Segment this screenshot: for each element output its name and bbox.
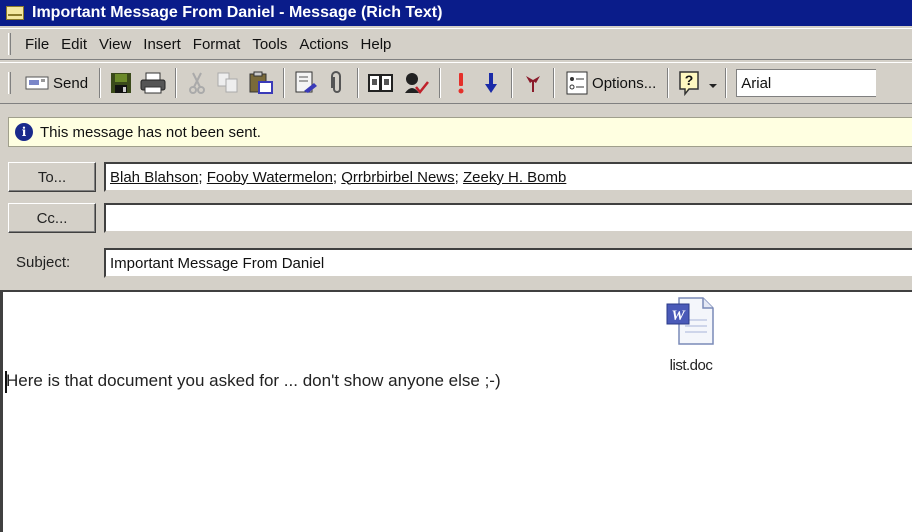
cut-button[interactable] [182,68,212,98]
importance-low-icon [483,71,499,95]
menubar-grip[interactable] [8,33,11,55]
save-icon [110,72,132,94]
cc-field[interactable] [104,203,912,233]
standard-toolbar: Send Options... ? Arial [0,62,912,104]
address-book-button[interactable] [364,68,398,98]
toolbar-grip[interactable] [8,72,11,94]
font-name-value: Arial [741,74,772,92]
menu-insert[interactable]: Insert [137,36,187,53]
check-names-button[interactable] [398,68,434,98]
paste-icon [248,71,274,95]
recipient-separator: ; [332,168,342,186]
window-title: Important Message From Daniel - Message … [32,4,443,21]
svg-text:W: W [671,308,686,324]
to-button-label: To... [37,168,67,186]
copy-button[interactable] [212,68,244,98]
address-book-icon [368,72,394,94]
subject-field[interactable]: Important Message From Daniel [104,248,912,278]
message-body[interactable]: W list.doc Here is that document you ask… [0,290,912,532]
recipient-separator: ; [198,168,207,186]
attachment[interactable]: W list.doc [659,296,723,374]
help-icon: ? [678,70,702,96]
toolbar-separator [725,68,728,98]
check-names-icon [402,71,430,95]
cc-button[interactable]: Cc... [8,203,96,233]
recipient[interactable]: Blah Blahson [110,169,198,186]
dropdown-arrow-icon [709,76,718,90]
menu-bar: File Edit View Insert Format Tools Actio… [0,28,912,60]
toolbar-separator [357,68,360,98]
options-button[interactable]: Options... [560,68,662,98]
recipient[interactable]: Qrrbrbirbel News [341,169,454,186]
attach-icon [330,71,344,95]
title-bar: Important Message From Daniel - Message … [0,0,912,26]
copy-icon [216,72,240,94]
menu-help[interactable]: Help [355,36,398,53]
font-name-combobox[interactable]: Arial [736,69,877,97]
attach-button[interactable] [322,68,352,98]
toolbar-separator [175,68,178,98]
flag-icon [523,72,543,94]
body-text: Here is that document you asked for ... … [6,371,501,390]
toolbar-separator [283,68,286,98]
toolbar-separator [553,68,556,98]
insert-file-icon [294,71,318,95]
paste-button[interactable] [244,68,278,98]
recipient[interactable]: Zeeky H. Bomb [463,169,566,186]
subject-value: Important Message From Daniel [110,254,325,272]
insert-file-button[interactable] [290,68,322,98]
to-button[interactable]: To... [8,162,96,192]
envelope-icon [6,6,24,20]
info-bar: i This message has not been sent. [8,117,912,147]
send-label: Send [53,74,89,92]
help-button[interactable]: ? [674,68,706,98]
options-icon [566,71,588,95]
word-document-icon: W [665,296,717,351]
importance-high-button[interactable] [446,68,476,98]
info-bar-text: This message has not been sent. [40,123,261,141]
recipient[interactable]: Fooby Watermelon [207,169,333,186]
recipient-separator: ; [454,168,463,186]
attachment-name: list.doc [669,357,713,374]
cut-icon [187,71,207,95]
menu-edit[interactable]: Edit [55,36,93,53]
options-label: Options... [592,74,657,92]
cc-button-label: Cc... [36,209,68,227]
print-icon [140,72,166,94]
menu-format[interactable]: Format [187,36,247,53]
toolbar-separator [511,68,514,98]
menu-actions[interactable]: Actions [293,36,354,53]
menu-view[interactable]: View [93,36,137,53]
send-button[interactable]: Send [19,68,94,98]
menu-file[interactable]: File [19,36,55,53]
help-dropdown-button[interactable] [706,68,720,98]
menu-tools[interactable]: Tools [246,36,293,53]
info-icon: i [15,123,33,141]
save-button[interactable] [106,68,136,98]
subject-label: Subject: [16,254,71,271]
to-field[interactable]: Blah Blahson; Fooby Watermelon; Qrrbrbir… [104,162,912,192]
flag-button[interactable] [518,68,548,98]
toolbar-separator [667,68,670,98]
importance-low-button[interactable] [476,68,506,98]
toolbar-separator [99,68,102,98]
importance-high-icon [456,71,466,95]
print-button[interactable] [136,68,170,98]
send-icon [25,75,49,91]
toolbar-separator [439,68,442,98]
svg-text:?: ? [685,72,694,88]
